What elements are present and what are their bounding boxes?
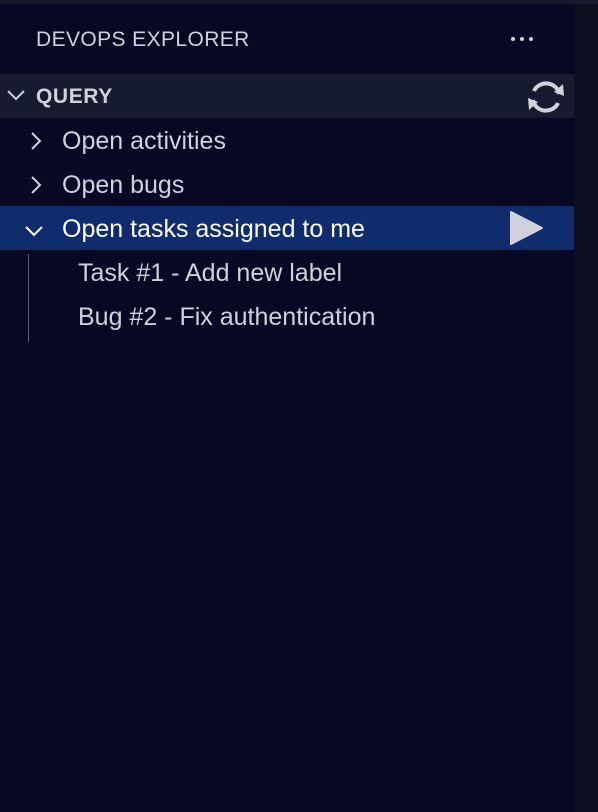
tree-child-task-1[interactable]: Task #1 - Add new label	[0, 250, 574, 294]
editor-area-edge	[574, 4, 598, 812]
section-label: QUERY	[36, 85, 113, 108]
devops-explorer-panel: DEVOPS EXPLORER QUERY Open activities Op…	[0, 4, 574, 812]
chevron-right-icon	[31, 132, 42, 150]
tree-item-label: Open tasks assigned to me	[62, 215, 365, 243]
chevron-down-icon	[25, 226, 43, 237]
tree-item-open-tasks-assigned[interactable]: Open tasks assigned to me	[0, 206, 574, 250]
tree-child-bug-2[interactable]: Bug #2 - Fix authentication	[0, 294, 574, 338]
chevron-down-icon	[7, 90, 25, 101]
tree-child-label: Bug #2 - Fix authentication	[78, 303, 376, 331]
more-actions-button[interactable]	[500, 22, 544, 56]
ellipsis-icon-dot	[520, 37, 524, 41]
tree-item-open-activities[interactable]: Open activities	[0, 118, 574, 162]
run-icon[interactable]	[506, 208, 546, 248]
query-section-header[interactable]: QUERY	[0, 74, 574, 118]
tree-item-label: Open activities	[62, 127, 226, 155]
tree-child-label: Task #1 - Add new label	[78, 259, 343, 287]
tree-item-label: Open bugs	[62, 171, 185, 199]
chevron-right-icon	[31, 176, 42, 194]
tree-item-open-bugs[interactable]: Open bugs	[0, 162, 574, 206]
panel-header: DEVOPS EXPLORER	[0, 4, 574, 74]
panel-title: DEVOPS EXPLORER	[36, 28, 250, 51]
ellipsis-icon	[511, 37, 515, 41]
ellipsis-icon-dot	[529, 37, 533, 41]
refresh-icon[interactable]	[526, 80, 566, 114]
